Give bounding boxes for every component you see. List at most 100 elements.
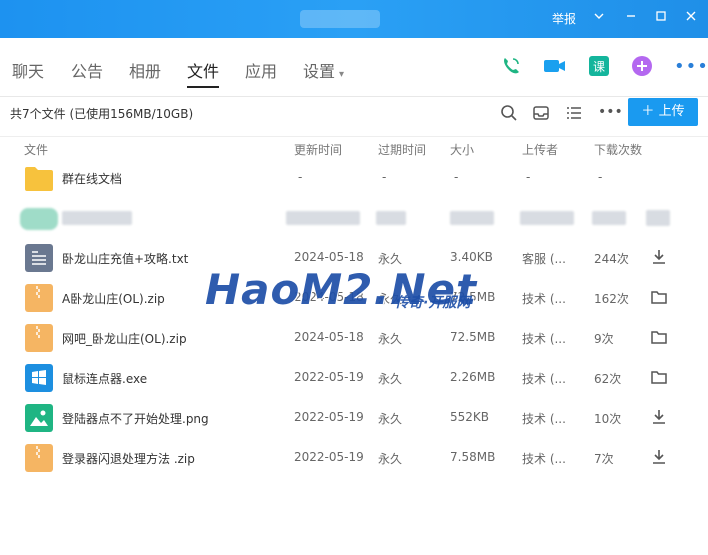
updated-time: - xyxy=(298,170,303,184)
download-count: 62次 xyxy=(594,372,622,386)
file-name[interactable]: 登录器闪退处理方法 .zip xyxy=(62,450,195,467)
table-row[interactable]: 登录器闪退处理方法 .zip 2022-05-19 永久 7.58MB 技术 (… xyxy=(0,438,708,478)
blurred-cell xyxy=(286,211,360,225)
tab-album[interactable]: 相册 xyxy=(129,58,161,82)
blurred-cell xyxy=(520,211,574,225)
tab-apps[interactable]: 应用 xyxy=(245,58,277,82)
upload-label: 上传 xyxy=(658,104,685,119)
col-file[interactable]: 文件 xyxy=(24,141,48,158)
download-count: 244次 xyxy=(594,252,629,266)
add-app-icon[interactable] xyxy=(631,55,653,77)
chevron-down-icon[interactable] xyxy=(590,10,608,28)
download-icon[interactable] xyxy=(650,448,668,466)
col-expire[interactable]: 过期时间 xyxy=(378,141,426,158)
search-icon[interactable] xyxy=(500,104,518,122)
watermark-subtitle: 传奇·开服网 xyxy=(395,295,471,311)
download-icon[interactable] xyxy=(650,248,668,266)
table-row[interactable]: 群在线文档 - - - - - xyxy=(0,158,708,198)
uploader: 技术 (... xyxy=(522,372,566,386)
storage-summary: 共7个文件 (已使用156MB/10GB) xyxy=(10,107,194,121)
expire-time: 永久 xyxy=(378,452,403,466)
expire-time: - xyxy=(382,170,387,184)
close-icon[interactable] xyxy=(682,10,700,28)
zip-file-icon xyxy=(24,284,54,312)
col-downloads[interactable]: 下载次数 xyxy=(594,141,642,158)
table-row[interactable]: 鼠标连点器.exe 2022-05-19 永久 2.26MB 技术 (... 6… xyxy=(0,358,708,398)
expire-time: 永久 xyxy=(378,412,403,426)
more-icon[interactable]: ••• xyxy=(674,56,708,77)
tab-announcements[interactable]: 公告 xyxy=(71,58,103,82)
tab-bar: 聊天 公告 相册 文件 应用 设置 ▾ 课 ••• xyxy=(0,38,708,97)
uploader: 技术 (... xyxy=(522,452,566,466)
file-size: 7.58MB xyxy=(450,450,496,464)
download-count: - xyxy=(598,170,603,184)
file-name[interactable]: 卧龙山庄充值+攻略.txt xyxy=(62,250,188,267)
exe-file-icon xyxy=(24,364,54,392)
uploader: 技术 (... xyxy=(522,332,566,346)
blurred-icon xyxy=(20,208,58,230)
updated-time: 2022-05-19 xyxy=(294,450,364,464)
minimize-icon[interactable] xyxy=(622,10,640,28)
download-icon[interactable] xyxy=(650,408,668,426)
file-name[interactable]: 网吧_卧龙山庄(OL).zip xyxy=(62,330,187,347)
tab-files[interactable]: 文件 xyxy=(187,58,219,82)
blurred-action xyxy=(646,210,670,226)
video-call-icon[interactable] xyxy=(543,55,565,77)
blurred-name xyxy=(62,211,132,225)
blurred-cell xyxy=(376,211,406,225)
updated-time: 2024-05-18 xyxy=(294,330,364,344)
chevron-down-icon: ▾ xyxy=(339,69,345,80)
folder-icon[interactable] xyxy=(650,288,668,306)
expire-time: 永久 xyxy=(378,332,403,346)
download-count: 7次 xyxy=(594,452,614,466)
file-table-header: 文件 更新时间 过期时间 大小 上传者 下载次数 xyxy=(0,136,708,159)
active-tab-indicator xyxy=(187,86,219,88)
table-row-blurred[interactable] xyxy=(0,198,708,238)
phone-call-icon[interactable] xyxy=(500,55,522,77)
file-name[interactable]: 登陆器点不了开始处理.png xyxy=(62,410,209,427)
uploader: 技术 (... xyxy=(522,412,566,426)
text-file-icon xyxy=(24,244,54,272)
tab-settings-label: 设置 xyxy=(303,62,336,81)
upload-button[interactable]: ＋ 上传 xyxy=(628,98,698,126)
updated-time: 2024-05-18 xyxy=(294,250,364,264)
svg-text:课: 课 xyxy=(593,60,605,74)
folder-icon xyxy=(24,164,54,192)
class-icon[interactable]: 课 xyxy=(588,55,610,77)
download-count: 9次 xyxy=(594,332,614,346)
inbox-icon[interactable] xyxy=(532,104,550,122)
folder-icon[interactable] xyxy=(650,328,668,346)
download-count: 10次 xyxy=(594,412,622,426)
file-name: 群在线文档 xyxy=(62,172,123,186)
zip-file-icon xyxy=(24,444,54,472)
blurred-cell xyxy=(450,211,494,225)
title-bar: 举报 xyxy=(0,0,708,38)
table-row[interactable]: 网吧_卧龙山庄(OL).zip 2024-05-18 永久 72.5MB 技术 … xyxy=(0,318,708,358)
download-count: 162次 xyxy=(594,292,629,306)
col-size[interactable]: 大小 xyxy=(450,141,474,158)
uploader: - xyxy=(526,170,531,184)
expire-time: 永久 xyxy=(378,372,403,386)
image-file-icon xyxy=(24,404,54,432)
file-size: 72.5MB xyxy=(450,330,496,344)
plus-icon: ＋ xyxy=(641,104,659,119)
file-size: 3.40KB xyxy=(450,250,493,264)
report-link[interactable]: 举报 xyxy=(552,10,576,27)
col-uploader[interactable]: 上传者 xyxy=(522,141,558,158)
table-row[interactable]: 登陆器点不了开始处理.png 2022-05-19 永久 552KB 技术 (.… xyxy=(0,398,708,438)
uploader: 客服 (... xyxy=(522,252,566,266)
file-size: - xyxy=(454,170,459,184)
maximize-icon[interactable] xyxy=(652,10,670,28)
group-name-blurred xyxy=(300,10,380,28)
zip-file-icon xyxy=(24,324,54,352)
file-size: 552KB xyxy=(450,410,490,424)
list-view-icon[interactable] xyxy=(565,104,583,122)
file-name[interactable]: 鼠标连点器.exe xyxy=(62,370,147,387)
tab-chat[interactable]: 聊天 xyxy=(12,58,44,82)
tab-settings[interactable]: 设置 ▾ xyxy=(303,58,344,82)
folder-icon[interactable] xyxy=(650,368,668,386)
col-updated[interactable]: 更新时间 xyxy=(294,141,342,158)
more-options-icon[interactable]: ••• xyxy=(598,104,623,122)
file-name[interactable]: A卧龙山庄(OL).zip xyxy=(62,290,165,307)
uploader: 技术 (... xyxy=(522,292,566,306)
